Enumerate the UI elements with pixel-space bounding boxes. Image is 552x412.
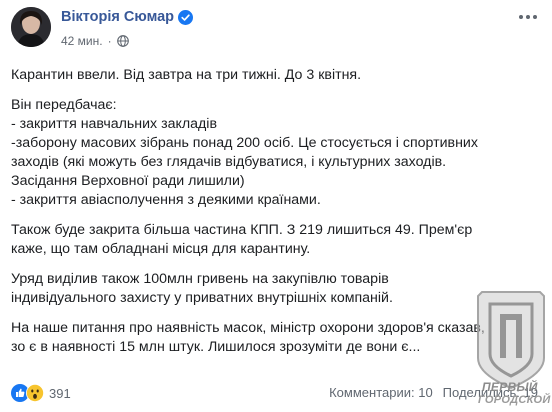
post-line: Уряд виділив також 100млн гривень на зак… [11,271,389,287]
post-time[interactable]: 42 мин. [61,34,103,48]
post-line: - закриття навчальних закладів [11,116,217,132]
post-line: Карантин ввели. Від завтра на три тижні.… [11,67,362,83]
verified-badge-icon [178,9,194,25]
reactions-summary[interactable]: 391 [11,383,71,403]
post-text: Карантин ввели. Від завтра на три тижні.… [11,66,544,368]
author-name[interactable]: Вікторія Сюмар [61,9,174,25]
avatar-photo [11,7,51,47]
more-options-icon[interactable] [515,10,541,24]
author-line: Вікторія Сюмар [61,9,194,25]
comments-link[interactable]: Комментарии: 10 [329,385,433,400]
wow-icon [25,383,45,403]
post-paragraph: Карантин ввели. Від завтра на три тижні.… [11,66,544,85]
post-line: Він передбачає: [11,97,117,113]
post-meta: 42 мин. · [61,34,129,48]
post-paragraph: Він передбачає: - закриття навчальних за… [11,96,544,210]
post-line: каже, що там обладнані місця для каранти… [11,241,311,257]
post-paragraph: На наше питання про наявність масок, мін… [11,319,544,357]
post-line: заходів (які можуть без глядачів відбува… [11,154,447,170]
avatar[interactable] [11,7,51,47]
post-line: На наше питання про наявність масок, мін… [11,320,485,336]
post-paragraph: Також буде закрита більша частина КПП. З… [11,221,544,259]
post-line: Також буде закрита більша частина КПП. З… [11,222,473,238]
post-line: - закриття авіасполучення з деякими краї… [11,192,321,208]
watermark-text-secondary: ГОРОДСКОЙ [478,394,551,406]
post-line: Засідання Верховної ради лишили) [11,173,245,189]
post-footer: 391 Комментарии: 10 Поделились: 19 [11,383,546,403]
post-line: -заборону масових зібрань понад 200 осіб… [11,135,478,151]
post-line: зо є в наявності 15 млн штук. Лишилося з… [11,339,421,355]
post-header: Вікторія Сюмар 42 мин. · [11,7,541,53]
globe-icon[interactable] [116,35,129,47]
watermark-text-primary: ПЕРВЫЙ [482,380,538,394]
post-paragraph: Уряд виділив також 100млн гривень на зак… [11,270,544,308]
meta-separator: · [107,34,112,48]
reactions-count: 391 [49,385,71,401]
post-line: індивідуального захисту у приватних внут… [11,290,393,306]
